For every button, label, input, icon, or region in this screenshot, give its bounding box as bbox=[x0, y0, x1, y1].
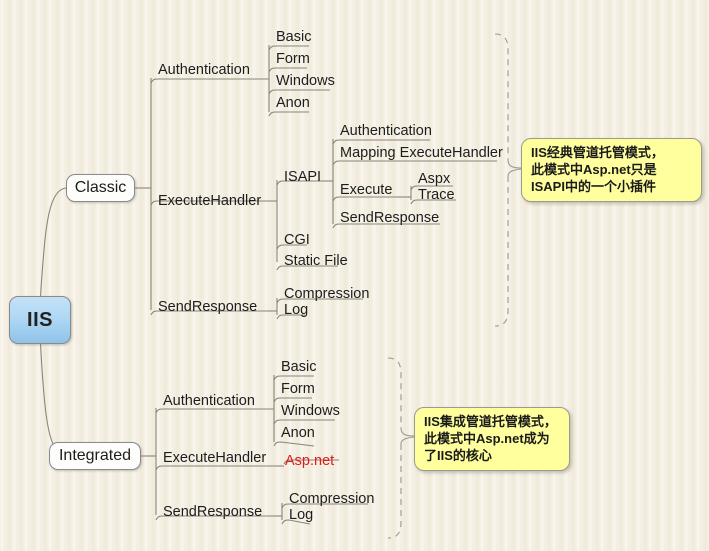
label-classic-static-file[interactable]: Static File bbox=[284, 253, 348, 270]
label-classic-sr-log[interactable]: Log bbox=[284, 302, 308, 319]
label-classic-isapi[interactable]: ISAPI bbox=[284, 169, 321, 186]
underline-basic-2 bbox=[273, 375, 314, 381]
label-classic-auth-anon[interactable]: Anon bbox=[276, 95, 310, 112]
label-classic-cgi[interactable]: CGI bbox=[284, 232, 310, 249]
underline-windows-1 bbox=[268, 89, 330, 95]
label-classic-auth-windows[interactable]: Windows bbox=[276, 73, 335, 90]
label-isapi-execute[interactable]: Execute bbox=[340, 182, 392, 199]
brace-integrated-top bbox=[387, 357, 402, 428]
label-classic-auth-form[interactable]: Form bbox=[276, 51, 310, 68]
label-integrated-sr-log[interactable]: Log bbox=[289, 507, 313, 524]
root-node-iis[interactable]: IIS bbox=[9, 296, 71, 344]
label-isapi-authentication[interactable]: Authentication bbox=[340, 123, 432, 140]
underline-anon-2 bbox=[273, 441, 315, 447]
label-classic-executehandler[interactable]: ExecuteHandler bbox=[158, 193, 261, 210]
underline-isapi-auth bbox=[332, 139, 430, 145]
underline-form-1 bbox=[268, 67, 307, 73]
label-classic-sendresponse[interactable]: SendResponse bbox=[158, 299, 257, 316]
label-isapi-execute-trace[interactable]: Trace bbox=[418, 187, 455, 204]
note-integrated-mode[interactable]: IIS集成管道托管模式， 此模式中Asp.net成为 了IIS的核心 bbox=[414, 407, 570, 471]
branch-node-classic[interactable]: Classic bbox=[66, 174, 135, 202]
label-integrated-sendresponse[interactable]: SendResponse bbox=[163, 504, 262, 521]
branch-node-classic-label: Classic bbox=[74, 179, 127, 196]
brace-classic-tail-up bbox=[507, 159, 522, 169]
underline-form-2 bbox=[273, 397, 312, 403]
brace-classic-bottom bbox=[494, 176, 509, 327]
label-classic-authentication[interactable]: Authentication bbox=[158, 62, 250, 79]
underline-basic-1 bbox=[268, 45, 309, 51]
note-classic-mode[interactable]: IIS经典管道托管模式， 此模式中Asp.net只是 ISAPI中的一个小插件 bbox=[521, 138, 702, 202]
underline-anon-1 bbox=[268, 111, 309, 117]
branch-node-integrated[interactable]: Integrated bbox=[49, 442, 141, 470]
label-isapi-sendresponse[interactable]: SendResponse bbox=[340, 210, 439, 227]
label-integrated-auth-windows[interactable]: Windows bbox=[281, 403, 340, 420]
root-node-label: IIS bbox=[27, 308, 53, 331]
label-classic-auth-basic[interactable]: Basic bbox=[276, 29, 311, 46]
brace-classic-tail-down bbox=[507, 168, 522, 177]
branch-node-integrated-label: Integrated bbox=[58, 447, 132, 464]
brace-integrated-tail-up bbox=[400, 427, 415, 437]
label-integrated-auth-anon[interactable]: Anon bbox=[281, 425, 315, 442]
underline-classic-authentication bbox=[150, 78, 252, 84]
brace-integrated-bottom bbox=[387, 444, 402, 539]
brace-classic-top bbox=[494, 33, 509, 160]
label-integrated-sr-compression[interactable]: Compression bbox=[289, 491, 374, 508]
label-integrated-auth-basic[interactable]: Basic bbox=[281, 359, 316, 376]
label-integrated-auth-form[interactable]: Form bbox=[281, 381, 315, 398]
brace-integrated-tail-down bbox=[400, 436, 415, 445]
label-isapi-execute-aspx[interactable]: Aspx bbox=[418, 171, 450, 188]
label-integrated-executehandler[interactable]: ExecuteHandler bbox=[163, 450, 266, 467]
underline-windows-2 bbox=[273, 419, 335, 425]
label-classic-sr-compression[interactable]: Compression bbox=[284, 286, 369, 303]
mindmap-canvas: IIS Classic Integrated Authentication Ba… bbox=[0, 0, 709, 551]
label-isapi-mapping-executehandler[interactable]: Mapping ExecuteHandler bbox=[340, 145, 503, 162]
label-integrated-authentication[interactable]: Authentication bbox=[163, 393, 255, 410]
label-integrated-aspnet[interactable]: Asp.net bbox=[285, 453, 334, 470]
